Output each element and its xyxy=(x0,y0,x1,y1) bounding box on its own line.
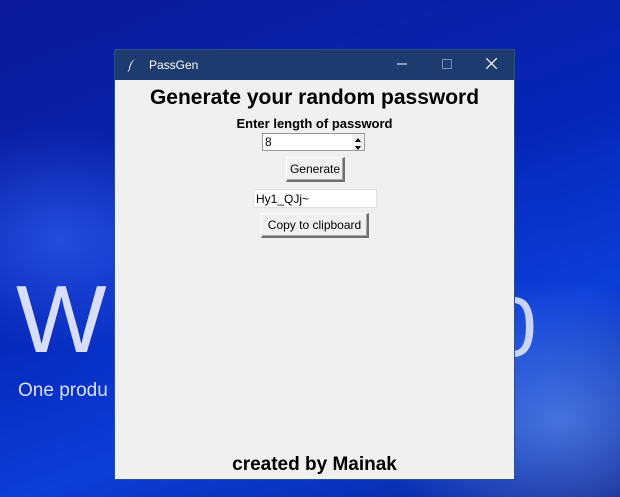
length-spinbox[interactable] xyxy=(262,133,365,151)
window-title: PassGen xyxy=(149,58,199,72)
footer-credit: created by Mainak xyxy=(232,454,397,475)
spin-arrows xyxy=(352,134,364,150)
page-title: Generate your random password xyxy=(149,86,480,109)
close-icon xyxy=(485,56,498,74)
minimize-icon xyxy=(396,56,407,74)
close-button[interactable] xyxy=(469,50,514,80)
desktop-bigtext: W xyxy=(16,266,109,373)
feather-icon xyxy=(127,58,141,72)
maximize-button[interactable] xyxy=(424,50,469,80)
desktop-subtext: One produ xyxy=(18,380,108,401)
maximize-icon xyxy=(441,56,452,74)
chevron-down-icon xyxy=(355,137,361,155)
password-field[interactable] xyxy=(253,189,377,208)
generate-button[interactable]: Generate xyxy=(286,157,345,182)
window-content: Generate your random password Enter leng… xyxy=(115,80,514,479)
title-bar[interactable]: PassGen xyxy=(115,50,514,80)
minimize-button[interactable] xyxy=(379,50,424,80)
passgen-window: PassGen Generate your random password En… xyxy=(114,49,515,480)
length-label: Enter length of password xyxy=(236,116,393,131)
length-input[interactable] xyxy=(263,134,352,150)
spin-down-button[interactable] xyxy=(352,142,364,150)
copy-to-clipboard-button[interactable]: Copy to clipboard xyxy=(261,213,369,238)
